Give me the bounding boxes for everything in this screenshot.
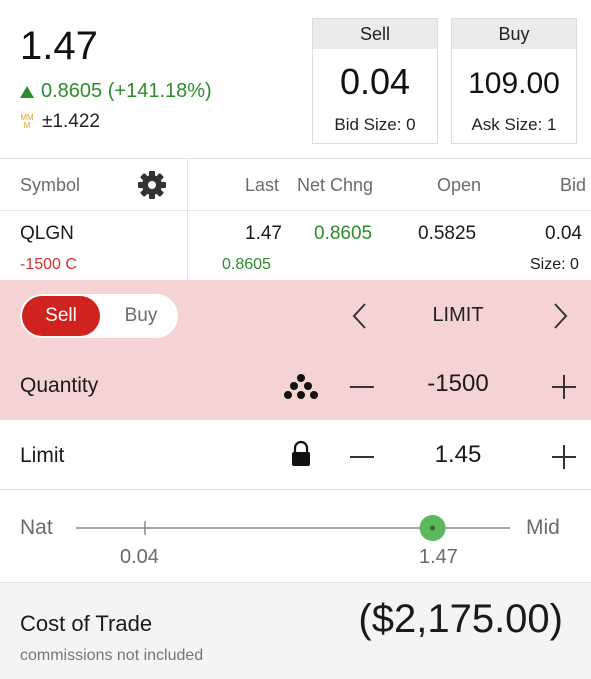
plus-icon-v[interactable]: [563, 375, 565, 399]
slider-knob-dot: [430, 525, 436, 531]
buy-header: Buy: [452, 19, 576, 49]
slider-tick-label-mid: 1.47: [419, 546, 458, 568]
buy-quote-box[interactable]: Buy 109.00 Ask Size: 1: [451, 18, 577, 144]
price-slider-row: Nat Mid 0.04 1.47: [0, 490, 591, 582]
sell-quote-box[interactable]: Sell 0.04 Bid Size: 0: [312, 18, 438, 144]
gear-icon[interactable]: [136, 169, 168, 201]
col-header-net-chng[interactable]: Net Chng: [297, 175, 373, 196]
sell-toggle-button[interactable]: Sell: [22, 296, 100, 336]
ask-price: 109.00: [468, 67, 560, 100]
quantity-decrement-button[interactable]: [350, 386, 374, 388]
symbol: QLGN: [20, 223, 74, 244]
plus-icon-v[interactable]: [563, 445, 565, 469]
quantity-label: Quantity: [20, 374, 99, 397]
open-value: 0.5825: [418, 223, 477, 244]
last-price: 1.47: [20, 24, 98, 68]
mm-value: ±1.422: [42, 111, 100, 132]
quote-header: 1.47 0.8605 (+141.18%) MM M ±1.422 Sell …: [0, 0, 591, 158]
limit-value[interactable]: 1.45: [388, 441, 528, 469]
limit-row: Limit 1.45: [0, 420, 591, 490]
quantity-row: Quantity -1500: [0, 352, 591, 420]
sell-header: Sell: [313, 19, 437, 49]
cost-of-trade-row: Cost of Trade commissions not included (…: [0, 582, 591, 679]
chevron-right-icon[interactable]: [550, 302, 570, 330]
limit-decrement-button[interactable]: [350, 456, 374, 458]
col-header-last[interactable]: Last: [245, 175, 279, 196]
quote-table: Symbol Last Net Chng Open Bid QLGN -1500…: [0, 158, 591, 281]
position-qty: -1500 C: [20, 256, 77, 273]
net-change: 0.8605 (+141.18%): [20, 80, 212, 103]
chevron-left-icon[interactable]: [350, 302, 370, 330]
col-header-symbol[interactable]: Symbol: [20, 175, 80, 196]
mm-icon: MM M: [20, 113, 34, 130]
cost-label: Cost of Trade: [20, 611, 153, 636]
slider-tick-label-nat: 0.04: [120, 546, 159, 568]
quantity-value[interactable]: -1500: [388, 370, 528, 398]
order-side-row: Sell Buy LIMIT: [0, 280, 591, 352]
market-maker-move: MM M ±1.422: [20, 111, 100, 133]
col-header-bid[interactable]: Bid: [560, 175, 586, 196]
cost-note: commissions not included: [20, 647, 204, 664]
up-arrow-icon: [20, 85, 34, 98]
ask-size: Ask Size: 1: [471, 115, 557, 134]
price-slider[interactable]: [0, 490, 591, 582]
cost-value: ($2,175.00): [358, 597, 563, 641]
quantity-presets-icon[interactable]: [284, 372, 318, 400]
net-change-value: 0.8605 (+141.18%): [41, 80, 212, 102]
limit-label: Limit: [20, 444, 65, 467]
col-header-open[interactable]: Open: [437, 175, 481, 196]
bid-price: 0.04: [339, 61, 411, 102]
table-header: Symbol Last Net Chng Open Bid: [0, 159, 591, 211]
bid-value: 0.04: [545, 223, 582, 244]
bid-size: Bid Size: 0: [334, 115, 416, 134]
last-value: 1.47: [245, 223, 282, 244]
net-chng-value: 0.8605: [314, 223, 373, 244]
column-divider: [187, 159, 188, 281]
lock-icon[interactable]: [290, 440, 312, 468]
buy-toggle-button[interactable]: Buy: [108, 296, 174, 336]
side-toggle[interactable]: Sell Buy: [20, 294, 178, 338]
net-chng-sub: 0.8605: [222, 256, 271, 273]
bid-size-value: Size: 0: [530, 256, 579, 273]
order-type: LIMIT: [432, 304, 484, 326]
